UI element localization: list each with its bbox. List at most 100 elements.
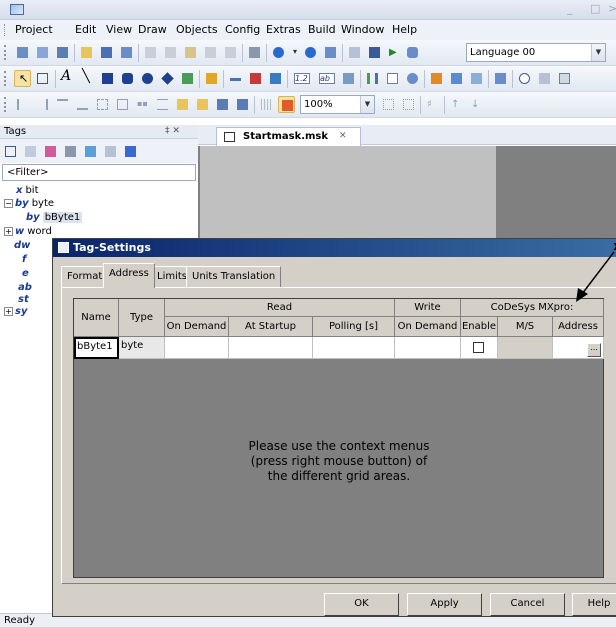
tab-units-translation[interactable]: Units Translation [186, 266, 282, 287]
project-settings-icon[interactable] [54, 44, 71, 61]
gauge-icon[interactable] [404, 70, 421, 87]
snap-grid-icon[interactable] [278, 96, 295, 113]
cell-enable[interactable] [461, 337, 498, 359]
tree-item-word[interactable]: + w word [4, 226, 52, 237]
send-to-back-icon[interactable] [234, 96, 251, 113]
column-header-name[interactable]: Name [74, 299, 119, 337]
tree-item-enum[interactable]: e [22, 268, 32, 279]
bitmap-icon[interactable] [179, 70, 196, 87]
pin-close-icon[interactable]: ‡ ✕ [165, 126, 180, 136]
ellipse-icon[interactable] [139, 70, 156, 87]
column-group-write[interactable]: Write [395, 299, 461, 317]
same-size-icon[interactable] [94, 96, 111, 113]
cancel-button[interactable]: Cancel [490, 593, 565, 616]
tree-expand-icon[interactable]: + [4, 306, 13, 316]
move-down-icon[interactable]: ↓ [468, 96, 485, 113]
rounded-rectangle-icon[interactable] [119, 70, 136, 87]
column-header-type[interactable]: Type [119, 299, 165, 337]
cell-at-startup[interactable] [229, 337, 313, 359]
download-icon[interactable] [366, 44, 383, 61]
zoom-area-icon[interactable] [400, 96, 417, 113]
numeric-field-icon[interactable]: 1.2 [291, 70, 313, 87]
tag-list-icon[interactable] [102, 143, 119, 160]
center-horizontal-icon[interactable] [114, 96, 131, 113]
column-header-write-on-demand[interactable]: On Demand [395, 317, 461, 337]
cut-icon[interactable] [142, 44, 159, 61]
simulation-icon[interactable] [404, 44, 421, 61]
column-header-address[interactable]: Address [553, 317, 604, 337]
tree-item-bbyte1[interactable]: by bByte1 [26, 212, 83, 223]
group-icon[interactable] [492, 70, 509, 87]
ellipsis-button[interactable]: ... [587, 343, 601, 357]
tag-import-icon[interactable] [42, 143, 59, 160]
tag-chart-icon[interactable] [82, 143, 99, 160]
dialog-title-bar[interactable]: Tag-Settings [53, 239, 616, 257]
close-icon[interactable]: > [608, 2, 616, 15]
zoom-fit-icon[interactable] [380, 96, 397, 113]
cell-type[interactable]: byte [119, 337, 165, 359]
menu-config[interactable]: Config [225, 23, 260, 36]
window-object-icon[interactable] [556, 70, 573, 87]
checkbox-object-icon[interactable] [247, 70, 264, 87]
new-tag-icon[interactable] [2, 143, 19, 160]
close-tab-icon[interactable]: ✕ [339, 131, 347, 141]
info-icon[interactable] [270, 44, 287, 61]
paste-icon[interactable] [182, 44, 199, 61]
tree-item-dword[interactable]: dw [14, 240, 33, 251]
tree-expand-icon[interactable]: + [4, 226, 13, 236]
tab-startmask[interactable]: Startmask.msk ✕ [216, 127, 361, 146]
align-top-icon[interactable] [54, 96, 71, 113]
button-object-icon[interactable] [203, 70, 220, 87]
address-grid[interactable]: Name Type Read Write CoDeSys MXpro: On D… [73, 298, 604, 578]
zoom-select[interactable]: 100% ▼ [300, 95, 375, 114]
tab-format[interactable]: Format [61, 266, 109, 287]
table-icon[interactable] [267, 70, 284, 87]
cell-read-on-demand[interactable] [165, 337, 229, 359]
tree-collapse-icon[interactable]: − [4, 198, 13, 208]
clock-icon[interactable] [516, 70, 533, 87]
column-header-ms[interactable]: M/S [498, 317, 553, 337]
undo-icon[interactable] [202, 44, 219, 61]
tag-filter-input[interactable]: <Filter> [2, 164, 196, 181]
minimize-icon[interactable]: _ [567, 2, 573, 15]
menu-objects[interactable]: Objects [176, 23, 218, 36]
tag-properties-icon[interactable] [22, 143, 39, 160]
open-icon[interactable] [78, 44, 95, 61]
menu-draw[interactable]: Draw [138, 23, 167, 36]
rectangle-select-icon[interactable] [34, 70, 51, 87]
cell-name[interactable]: bByte1 [74, 337, 119, 359]
column-header-at-startup[interactable]: At Startup [229, 317, 313, 337]
calendar-icon[interactable] [536, 70, 553, 87]
network-icon[interactable] [468, 70, 485, 87]
trend-chart-icon[interactable] [384, 70, 401, 87]
tree-item-array[interactable]: ab [18, 282, 35, 293]
menu-view[interactable]: View [106, 23, 132, 36]
menu-help[interactable]: Help [392, 23, 417, 36]
translate-icon[interactable] [322, 44, 339, 61]
cell-polling[interactable] [313, 337, 395, 359]
slider-icon[interactable] [227, 70, 244, 87]
bring-to-front-icon[interactable] [214, 96, 231, 113]
copy-icon[interactable] [162, 44, 179, 61]
move-up-icon[interactable]: ↑ [448, 96, 465, 113]
scrollbar-object-icon[interactable] [340, 70, 357, 87]
menu-project[interactable]: Project [15, 23, 53, 36]
distribute-icon[interactable]: ▪▪ [134, 96, 151, 113]
apply-button[interactable]: Apply [407, 593, 482, 616]
open-project-icon[interactable] [34, 44, 51, 61]
tree-item-bit[interactable]: x bit [16, 185, 39, 196]
grid-icon[interactable] [258, 96, 275, 113]
line-icon[interactable]: ╲ [79, 69, 96, 87]
run-icon[interactable]: ▶ [386, 44, 403, 61]
chevron-down-icon[interactable]: ▼ [591, 44, 605, 61]
language-select[interactable]: Language 00 ▼ [466, 43, 606, 62]
redo-icon[interactable] [222, 44, 239, 61]
cell-write-on-demand[interactable] [395, 337, 461, 359]
chevron-down-icon[interactable]: ▼ [360, 96, 374, 113]
bar-graph-icon[interactable] [364, 70, 381, 87]
column-header-polling[interactable]: Polling [s] [313, 317, 395, 337]
menu-window[interactable]: Window [341, 23, 384, 36]
wizard-icon[interactable]: ♯ [424, 96, 441, 113]
cell-address[interactable]: ... [553, 337, 604, 359]
save-icon[interactable] [98, 44, 115, 61]
